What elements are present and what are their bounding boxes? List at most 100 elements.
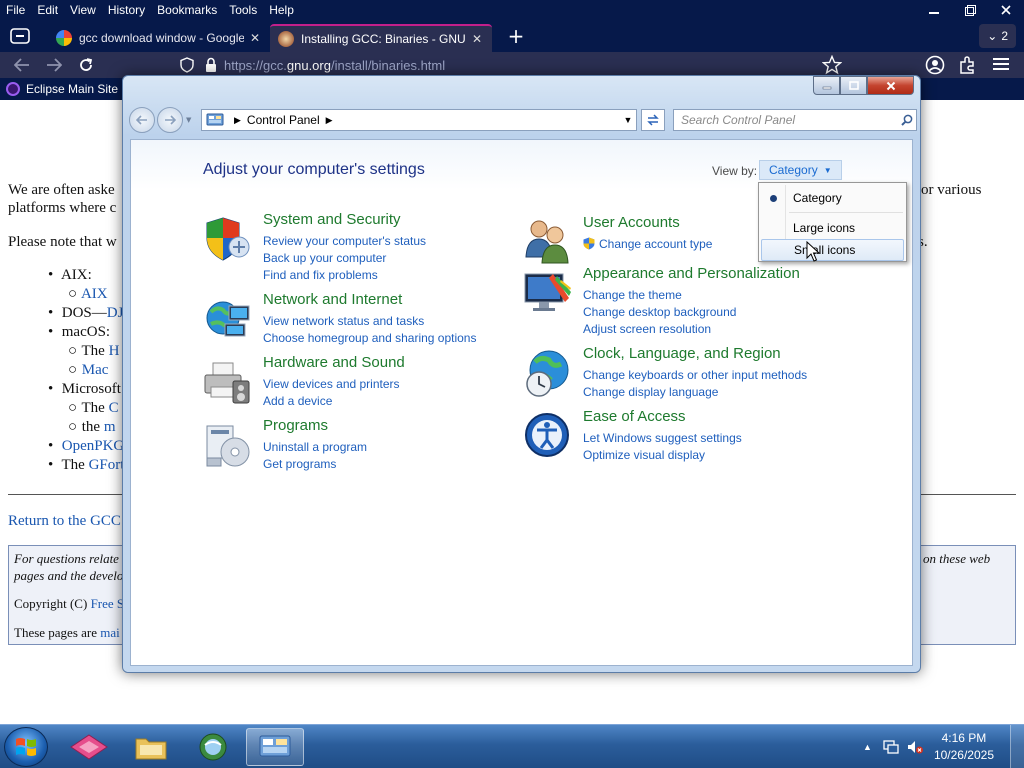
category-title[interactable]: Network and Internet [263,291,402,308]
close-tab-icon[interactable]: ✕ [470,32,484,46]
return-link[interactable]: Return to the GCC [8,513,121,529]
restore-button[interactable] [952,0,988,20]
taskbar-control-panel[interactable] [246,728,304,766]
start-button[interactable] [4,727,48,767]
tab-gcc-download[interactable]: gcc download window - Google ✕ [48,24,270,52]
url-bar[interactable]: https://gcc. gnu.org/install/binaries.htm… [176,54,804,76]
show-desktop-button[interactable] [1010,725,1024,768]
menu-option-small-icons[interactable]: Small icons [761,239,904,261]
breadcrumb-arrow-icon[interactable]: ▶ [234,115,241,126]
search-icon[interactable] [898,114,916,126]
link-screen-resolution[interactable]: Adjust screen resolution [583,322,711,336]
breadcrumb-arrow-icon[interactable]: ▶ [326,115,333,126]
link-cygwin[interactable]: C [109,400,119,416]
network-icon[interactable] [203,294,253,344]
link-aix[interactable]: AIX [81,286,108,302]
link-change-account-type[interactable]: Change account type [583,237,712,251]
category-title[interactable]: Hardware and Sound [263,354,405,371]
menu-view[interactable]: View [64,0,102,20]
shield-icon[interactable] [203,214,253,264]
menu-edit[interactable]: Edit [31,0,64,20]
refresh-button[interactable] [641,109,665,131]
link-change-theme[interactable]: Change the theme [583,288,682,302]
link-maintained[interactable]: mai [100,625,120,640]
close-button[interactable] [867,76,914,95]
link-back-up[interactable]: Back up your computer [263,251,386,265]
view-by-dropdown[interactable]: Category ▼ [759,160,842,180]
link-network-status[interactable]: View network status and tasks [263,314,424,328]
link-find-fix[interactable]: Find and fix problems [263,268,378,282]
link-add-device[interactable]: Add a device [263,394,332,408]
intro-line2: platforms where c [8,200,117,216]
breadcrumb-control-panel[interactable]: Control Panel [247,113,320,127]
ease-of-access-icon[interactable] [523,411,573,461]
link-optimize-display[interactable]: Optimize visual display [583,448,705,462]
menu-tools[interactable]: Tools [223,0,263,20]
account-icon[interactable] [924,54,946,76]
forward-button[interactable] [157,107,183,133]
menu-option-category[interactable]: Category [761,187,904,209]
users-icon[interactable] [523,217,573,267]
menu-help[interactable]: Help [263,0,300,20]
printer-icon[interactable] [203,357,253,407]
menu-history[interactable]: History [102,0,151,20]
taskbar-app-pink[interactable] [60,728,118,766]
category-title[interactable]: Clock, Language, and Region [583,345,781,362]
link-get-programs[interactable]: Get programs [263,457,336,471]
bookmark-star-icon[interactable] [822,55,842,75]
link-review-status[interactable]: Review your computer's status [263,234,426,248]
recent-pages-chevron-icon[interactable]: ▼ [186,116,191,124]
firefox-tabbar: gcc download window - Google ✕ Installin… [0,20,1024,52]
tab-gcc-binaries[interactable]: Installing GCC: Binaries - GNU P ✕ [270,24,492,52]
hamburger-menu-icon[interactable] [992,56,1010,72]
category-title[interactable]: Appearance and Personalization [583,265,800,282]
menu-file[interactable]: File [0,0,31,20]
close-tab-icon[interactable]: ✕ [248,31,262,45]
tab-list-button[interactable]: ⌄ 2 [979,24,1016,48]
category-title[interactable]: Ease of Access [583,408,686,425]
category-title[interactable]: Programs [263,417,328,434]
back-button[interactable] [129,107,155,133]
minimize-button[interactable] [916,0,952,20]
close-button[interactable] [988,0,1024,20]
taskbar-browser[interactable] [184,728,242,766]
link-homebrew[interactable]: H [109,343,120,359]
programs-icon[interactable] [203,420,253,470]
globe-clock-icon[interactable] [523,348,573,398]
back-button[interactable] [6,52,38,78]
link-openpkg[interactable]: OpenPKG [62,438,125,454]
link-windows-suggest[interactable]: Let Windows suggest settings [583,431,742,445]
appearance-icon[interactable] [523,268,573,318]
minimize-button[interactable] [813,76,840,95]
address-dropdown-icon[interactable]: ▼ [620,115,636,125]
lock-icon[interactable] [200,54,222,76]
bookmark-eclipse[interactable]: Eclipse Main Site [26,82,118,96]
link-uninstall[interactable]: Uninstall a program [263,440,367,454]
link-desktop-background[interactable]: Change desktop background [583,305,736,319]
tab-manager-icon[interactable] [10,27,30,45]
link-devices-printers[interactable]: View devices and printers [263,377,400,391]
link-keyboards-input[interactable]: Change keyboards or other input methods [583,368,807,382]
new-tab-button[interactable]: + [502,22,530,50]
menu-bookmarks[interactable]: Bookmarks [151,0,223,20]
address-bar[interactable]: ▶ Control Panel ▶ ▼ [201,109,637,131]
extensions-icon[interactable] [958,55,978,75]
tracking-shield-icon[interactable] [176,54,198,76]
clock[interactable]: 4:16 PM 10/26/2025 [934,730,994,764]
taskbar-explorer[interactable] [122,728,180,766]
link-homegroup[interactable]: Choose homegroup and sharing options [263,331,476,345]
show-hidden-icons-button[interactable]: ▲ [863,742,872,752]
maximize-button[interactable] [840,76,867,95]
category-title[interactable]: System and Security [263,211,401,228]
link-macports[interactable]: Mac [82,362,109,378]
menu-option-large-icons[interactable]: Large icons [761,217,904,239]
link-fsf[interactable]: Free S [91,596,125,611]
category-title[interactable]: User Accounts [583,214,680,231]
reload-button[interactable] [70,52,102,78]
link-mingw[interactable]: m [104,419,116,435]
link-display-language[interactable]: Change display language [583,385,718,399]
volume-muted-icon[interactable] [906,739,924,755]
network-icon[interactable] [882,739,900,755]
search-box[interactable]: Search Control Panel [673,109,917,131]
forward-button[interactable] [38,52,70,78]
